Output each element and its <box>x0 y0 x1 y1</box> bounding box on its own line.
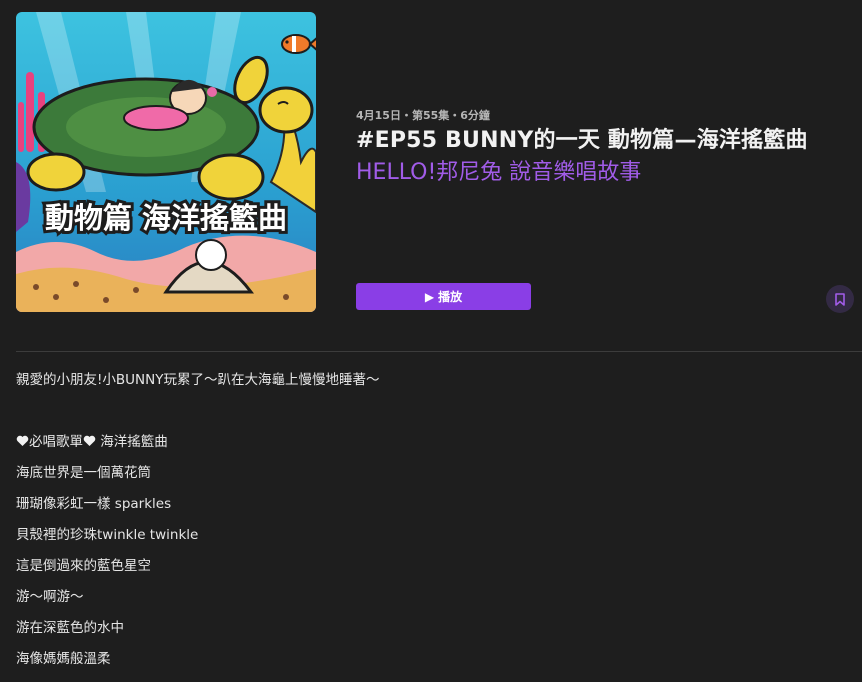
show-name-link[interactable]: HELLO!邦尼兔 說音樂唱故事 <box>356 154 641 186</box>
lyric-line: 游在深藍色的水中 <box>16 620 124 636</box>
lyric-line: 珊瑚像彩虹一樣 sparkles <box>16 496 172 512</box>
lyric-line: 游～啊游～ <box>16 589 84 605</box>
lyric-line: 貝殼裡的珍珠twinkle twinkle <box>16 527 199 543</box>
bookmark-button[interactable] <box>826 285 854 313</box>
episode-meta: 4月15日・第55集・6分鐘 <box>356 109 490 122</box>
episode-page: 動物篇 海洋搖籃曲 4月15日・第55集・6分鐘 #EP55 BUNNY的一天 … <box>0 0 862 682</box>
lyric-line: 海像媽媽般溫柔 <box>16 651 111 667</box>
lyrics-heading: 必唱歌單 海洋搖籃曲 <box>16 432 846 463</box>
lyric-line: 這是倒過來的藍色星空 <box>16 558 151 574</box>
lyrics-heading-song: 海洋搖籃曲 <box>100 434 168 450</box>
lyric-line: 海底世界是一個萬花筒 <box>16 465 151 481</box>
section-divider <box>16 351 862 352</box>
heart-icon <box>83 435 96 446</box>
play-icon: ▶ <box>424 289 435 304</box>
play-button-label: 播放 <box>438 290 463 304</box>
play-button[interactable]: ▶ 播放 <box>356 283 531 310</box>
episode-description: 親愛的小朋友!小BUNNY玩累了～趴在大海龜上慢慢地睡著～ 必唱歌單 海洋搖籃曲… <box>16 370 846 680</box>
heart-icon <box>16 435 29 446</box>
description-intro: 親愛的小朋友!小BUNNY玩累了～趴在大海龜上慢慢地睡著～ <box>16 372 380 388</box>
episode-title: #EP55 BUNNY的一天 動物篇—海洋搖籃曲 <box>356 128 808 153</box>
lyrics-heading-label: 必唱歌單 <box>29 434 83 450</box>
artwork-caption: 動物篇 海洋搖籃曲 <box>45 201 287 235</box>
episode-artwork: 動物篇 海洋搖籃曲 <box>16 12 316 312</box>
bookmark-icon <box>835 292 845 306</box>
